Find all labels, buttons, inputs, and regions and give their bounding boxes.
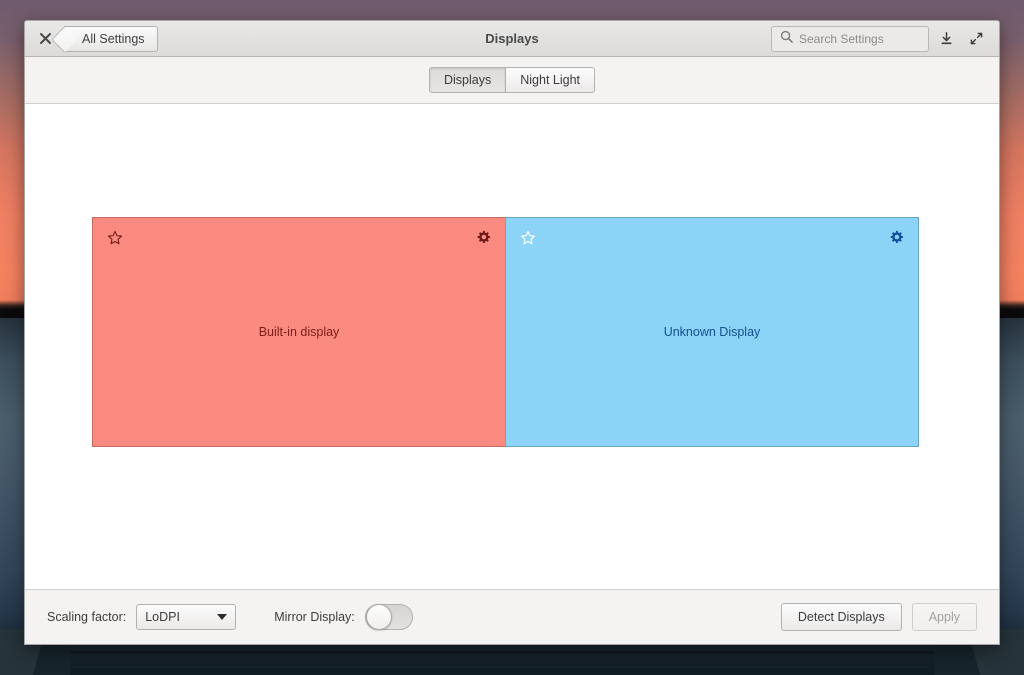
mirror-display-label: Mirror Display: (274, 610, 355, 624)
bottom-toolbar: Scaling factor: LoDPI Mirror Display: De… (25, 589, 999, 644)
toggle-knob (365, 604, 392, 630)
search-icon (780, 30, 793, 48)
monitor-unknown-display[interactable]: Unknown Display (505, 217, 919, 447)
star-icon[interactable] (105, 228, 125, 248)
apply-button[interactable]: Apply (911, 603, 977, 631)
tab-night-light[interactable]: Night Light (506, 67, 595, 93)
monitor-label: Unknown Display (663, 325, 761, 339)
search-input[interactable] (799, 31, 920, 46)
all-settings-back-button[interactable]: All Settings (64, 25, 158, 52)
detect-displays-button[interactable]: Detect Displays (780, 603, 902, 631)
titlebar-controls (771, 25, 999, 52)
mirror-display-toggle[interactable] (364, 604, 413, 630)
scaling-factor-value: LoDPI (145, 610, 180, 624)
tab-displays[interactable]: Displays (428, 67, 507, 93)
minimize-icon[interactable] (933, 26, 959, 52)
tab-group: Displays Night Light (428, 67, 595, 93)
scaling-factor-label: Scaling factor: (47, 610, 127, 624)
maximize-icon[interactable] (963, 26, 989, 52)
chevron-down-icon (217, 614, 228, 620)
star-icon[interactable] (518, 228, 538, 248)
tabbar: Displays Night Light (25, 57, 999, 104)
monitor-built-in-display[interactable]: Built-in display (92, 217, 506, 447)
display-arrangement-canvas[interactable]: Built-in display Unknown Display (25, 104, 999, 589)
window-titlebar: All Settings Displays (25, 21, 999, 57)
gear-icon[interactable] (473, 228, 493, 248)
scaling-factor-select[interactable]: LoDPI (136, 604, 237, 630)
gear-icon[interactable] (886, 228, 906, 248)
search-box[interactable] (771, 25, 929, 52)
displays-settings-window: All Settings Displays Search Settings Di… (24, 20, 1000, 645)
all-settings-label: All Settings (82, 31, 145, 46)
monitor-label: Built-in display (258, 325, 340, 339)
